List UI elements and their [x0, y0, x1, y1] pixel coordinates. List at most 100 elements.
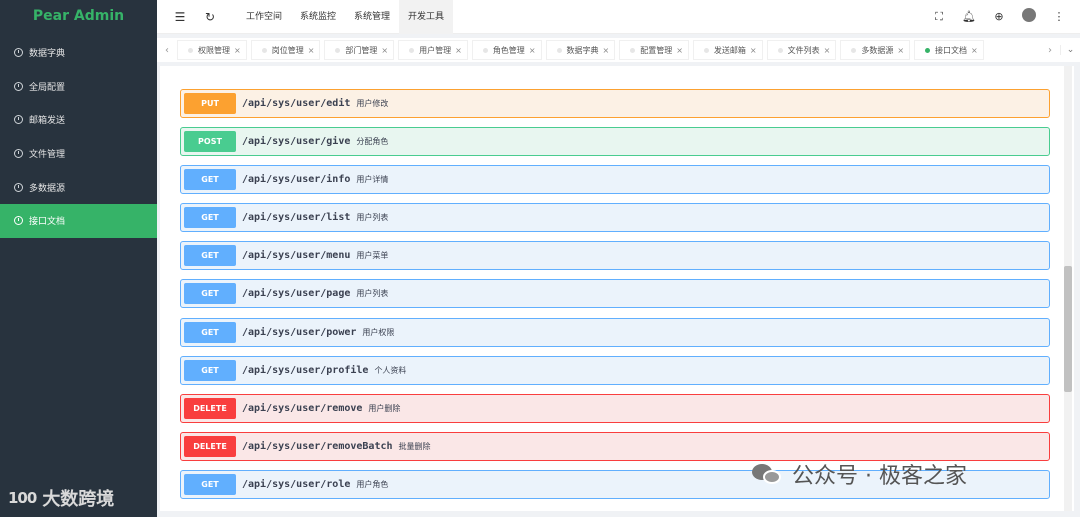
tab-users[interactable]: 用户管理 ×	[398, 40, 468, 60]
gauge-icon	[14, 115, 23, 125]
operation-row[interactable]: GET /api/sys/user/info 用户详情	[180, 165, 1050, 195]
operation-row[interactable]: POST /api/sys/user/give 分配角色	[180, 127, 1050, 157]
close-icon[interactable]: ×	[603, 46, 610, 55]
method-badge: DELETE	[184, 435, 236, 457]
globe-icon[interactable]: ⊕	[984, 10, 1014, 23]
tab-roles[interactable]: 角色管理 ×	[471, 40, 542, 60]
operation-row[interactable]: PUT /api/sys/user/edit 用户修改	[180, 89, 1050, 118]
sidebar-item-label: 多数据源	[29, 183, 66, 194]
operation-row[interactable]: GET /api/sys/user/menu 用户菜单	[180, 241, 1050, 271]
operation-row[interactable]: DELETE /api/sys/user/removeBatch 批量删除	[180, 431, 1050, 461]
top-nav-system[interactable]: 系统管理	[345, 0, 399, 34]
gauge-icon	[14, 48, 23, 58]
top-nav-workspace[interactable]: 工作空间	[237, 0, 291, 34]
gauge-icon	[14, 149, 23, 159]
tab-label: 发送邮箱	[713, 45, 746, 55]
wechat-icon	[752, 462, 784, 486]
close-icon[interactable]: ×	[381, 46, 388, 55]
fullscreen-icon[interactable]: ⛶	[924, 10, 954, 24]
refresh-icon[interactable]: ↻	[195, 10, 225, 24]
operation-summary: 用户列表	[356, 289, 389, 299]
operation-summary: 分配角色	[356, 137, 389, 147]
operation-row[interactable]: GET /api/sys/user/power 用户权限	[180, 317, 1050, 347]
method-badge: GET	[184, 245, 236, 267]
scrollbar-thumb[interactable]	[1064, 266, 1072, 392]
method-badge: GET	[184, 321, 236, 343]
tab-api-docs[interactable]: 接口文档 ×	[914, 40, 984, 60]
sidebar-item-files[interactable]: 文件管理	[0, 137, 157, 171]
app-logo[interactable]: Pear Admin	[0, 0, 157, 32]
vertical-scrollbar[interactable]	[1064, 66, 1072, 511]
close-icon[interactable]: ×	[971, 46, 978, 55]
sidebar-item-mail[interactable]: 邮箱发送	[0, 103, 157, 137]
close-icon[interactable]: ×	[750, 46, 757, 55]
dot-icon	[482, 47, 488, 53]
tab-dictionary[interactable]: 数据字典 ×	[545, 40, 616, 60]
tab-send-mail[interactable]: 发送邮箱 ×	[692, 40, 763, 60]
sidebar-item-datasource[interactable]: 多数据源	[0, 170, 157, 204]
avatar-button[interactable]	[1014, 8, 1044, 25]
gauge-icon	[14, 182, 23, 192]
tab-departments[interactable]: 部门管理 ×	[324, 40, 395, 60]
operation-row[interactable]: DELETE /api/sys/user/remove 用户删除	[180, 393, 1050, 423]
dot-icon	[261, 47, 267, 53]
close-icon[interactable]: ×	[897, 46, 904, 55]
gauge-icon	[14, 216, 23, 226]
dot-icon	[777, 47, 783, 53]
wechat-watermark: 公众号 · 极客之家	[752, 458, 967, 490]
sidebar-item-label: 文件管理	[29, 150, 66, 161]
tab-label: 部门管理	[345, 45, 378, 55]
watermark-text: 公众号 · 极客之家	[792, 464, 967, 489]
dot-icon	[556, 47, 562, 53]
tab-label: 用户管理	[419, 45, 452, 55]
operation-path: /api/sys/user/info	[242, 174, 351, 186]
tab-label: 岗位管理	[271, 45, 304, 55]
close-icon[interactable]: ×	[308, 46, 315, 55]
operation-list: PUT /api/sys/user/edit 用户修改 POST /api/sy…	[180, 89, 1050, 508]
chevron-down-icon[interactable]: ⌄	[1060, 45, 1080, 55]
operation-summary: 个人资料	[374, 365, 407, 375]
brand-name: 大数跨境	[42, 489, 115, 510]
menu-fold-icon[interactable]: ☰	[165, 10, 195, 24]
tab-positions[interactable]: 岗位管理 ×	[250, 40, 321, 60]
tab-scroll-right-icon[interactable]: ›	[1040, 45, 1060, 56]
operation-summary: 用户修改	[356, 99, 389, 108]
operation-summary: 用户详情	[356, 175, 389, 185]
operation-path: /api/sys/user/edit	[242, 98, 351, 109]
close-icon[interactable]: ×	[824, 46, 831, 55]
close-icon[interactable]: ×	[529, 46, 536, 55]
top-nav-monitor[interactable]: 系统监控	[291, 0, 345, 34]
more-icon[interactable]: ⋮	[1044, 10, 1074, 23]
sidebar-item-label: 全局配置	[29, 82, 66, 93]
top-nav-devtools[interactable]: 开发工具	[399, 0, 454, 34]
tab-permissions[interactable]: 权限管理 ×	[177, 40, 247, 60]
sidebar-item-dictionary[interactable]: 数据字典	[0, 36, 157, 70]
method-badge: DELETE	[184, 397, 236, 419]
close-icon[interactable]: ×	[234, 46, 241, 55]
operation-summary: 用户删除	[368, 403, 401, 413]
gauge-icon	[14, 81, 23, 91]
operation-row[interactable]: GET /api/sys/user/page 用户列表	[180, 279, 1050, 309]
operation-summary: 批量删除	[398, 441, 431, 451]
sidebar-item-api-docs[interactable]: 接口文档	[0, 203, 157, 238]
tab-config[interactable]: 配置管理 ×	[619, 40, 689, 60]
top-nav: 工作空间 系统监控 系统管理 开发工具	[237, 0, 454, 34]
tab-datasource[interactable]: 多数据源 ×	[840, 40, 911, 60]
tab-label: 数据字典	[566, 45, 599, 55]
tab-list: 权限管理 × 岗位管理 × 部门管理 × 用户管理 × 角色管理 × 数据字典 × 配置管理…	[177, 38, 1040, 62]
bell-icon[interactable]: 🔔︎	[954, 10, 984, 23]
tab-label: 接口文档	[935, 45, 968, 55]
tab-label: 权限管理	[198, 45, 230, 55]
operation-row[interactable]: GET /api/sys/user/profile 个人资料	[180, 355, 1050, 385]
dot-icon	[851, 47, 857, 53]
method-badge: GET	[184, 283, 236, 305]
operation-row[interactable]: GET /api/sys/user/list 用户列表	[180, 203, 1050, 233]
tab-scroll-left-icon[interactable]: ‹	[157, 45, 177, 56]
tab-file-list[interactable]: 文件列表 ×	[766, 40, 837, 60]
close-icon[interactable]: ×	[455, 46, 462, 55]
sidebar-item-global-config[interactable]: 全局配置	[0, 70, 157, 104]
top-header: ☰ ↻ 工作空间 系统监控 系统管理 开发工具 ⛶ 🔔︎ ⊕ ⋮	[157, 0, 1080, 34]
close-icon[interactable]: ×	[676, 46, 683, 55]
method-badge: GET	[184, 207, 236, 229]
sidebar-item-label: 邮箱发送	[29, 116, 66, 127]
